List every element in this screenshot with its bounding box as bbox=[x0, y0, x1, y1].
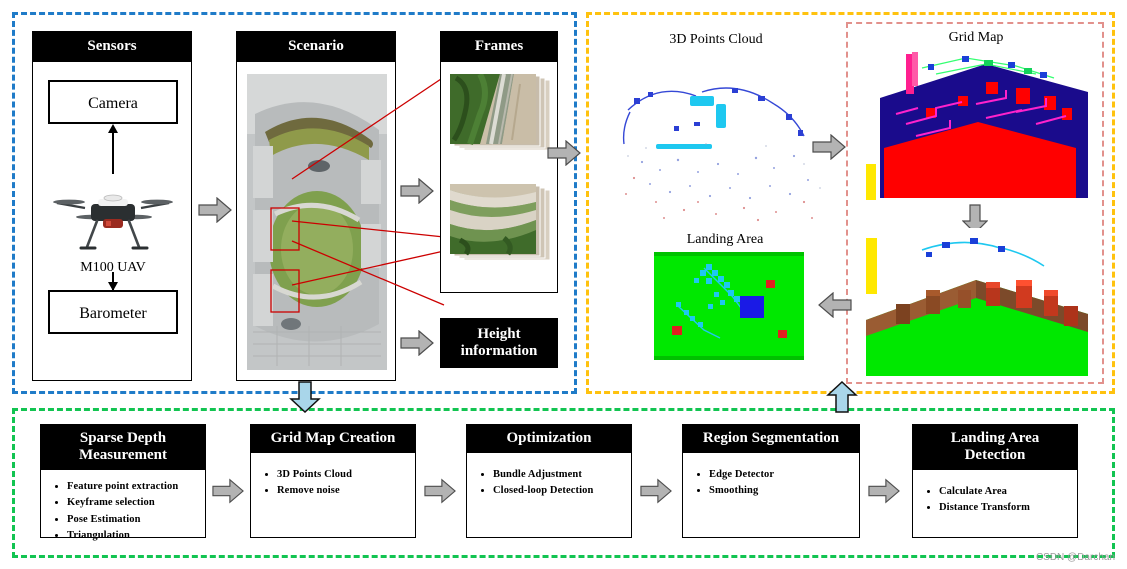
list-item: Keyframe selection bbox=[67, 495, 199, 512]
list-item: 3D Points Cloud bbox=[277, 467, 409, 484]
height-information-box: Height information bbox=[440, 318, 558, 368]
pipeline-step-list: Feature point extraction Keyframe select… bbox=[41, 470, 205, 551]
camera-arrow-head bbox=[107, 124, 118, 133]
list-item: Closed-loop Detection bbox=[493, 483, 625, 500]
frames-panel: Frames bbox=[440, 31, 558, 293]
landing-area-title: Landing Area bbox=[686, 232, 764, 247]
landing-area-image bbox=[654, 252, 804, 360]
arrow-step4-to-step5 bbox=[868, 478, 900, 504]
pipeline-step-list: 3D Points Cloud Remove noise bbox=[251, 453, 415, 506]
arrow-acquisition-to-pipeline bbox=[289, 381, 321, 413]
list-item: Pose Estimation bbox=[67, 512, 199, 529]
frame-thumbnail-bottom bbox=[450, 184, 550, 261]
point-cloud-image bbox=[598, 52, 836, 232]
pipeline-step-list: Calculate Area Distance Transform bbox=[913, 470, 1077, 523]
arrow-step2-to-step3 bbox=[424, 478, 456, 504]
pipeline-step-region-segmentation: Region Segmentation Edge Detector Smooth… bbox=[682, 424, 860, 538]
frame-thumbnail-top bbox=[450, 74, 550, 151]
point-cloud-title: 3D Points Cloud bbox=[669, 32, 763, 47]
height-information-label: Height information bbox=[460, 325, 538, 359]
frames-title: Frames bbox=[441, 32, 557, 62]
pipeline-step-title: Grid Map Creation bbox=[251, 425, 415, 453]
sensors-panel: Sensors Camera M100 UAV Barometer bbox=[32, 31, 192, 381]
pipeline-step-list: Bundle Adjustment Closed-loop Detection bbox=[467, 453, 631, 506]
list-item: Feature point extraction bbox=[67, 479, 199, 496]
list-item: Distance Transform bbox=[939, 500, 1071, 517]
arrow-pipeline-to-mapping bbox=[826, 381, 858, 413]
grid-map-title: Grid Map bbox=[948, 30, 1004, 45]
grid-map-image bbox=[866, 52, 1088, 212]
uav-illustration bbox=[53, 194, 173, 250]
arrow-pointcloud-to-gridmap bbox=[812, 134, 846, 160]
pipeline-step-title: Optimization bbox=[467, 425, 631, 453]
arrow-sensors-to-scenario bbox=[198, 197, 232, 223]
pipeline-step-landing-area-detection: Landing AreaDetection Calculate Area Dis… bbox=[912, 424, 1078, 538]
pipeline-step-title: Sparse Depth Measurement bbox=[41, 425, 205, 470]
barometer-box: Barometer bbox=[48, 290, 178, 334]
sensors-title: Sensors bbox=[33, 32, 191, 62]
list-item: Calculate Area bbox=[939, 484, 1071, 501]
pipeline-step-list: Edge Detector Smoothing bbox=[683, 453, 859, 506]
list-item: Edge Detector bbox=[709, 467, 853, 484]
camera-box: Camera bbox=[48, 80, 178, 124]
pipeline-step-grid-map-creation: Grid Map Creation 3D Points Cloud Remove… bbox=[250, 424, 416, 538]
arrow-scenario-to-frames bbox=[400, 178, 434, 204]
scenario-to-frames-leaders bbox=[291, 76, 445, 306]
arrow-step1-to-step2 bbox=[212, 478, 244, 504]
arrow-scenario-to-height bbox=[400, 330, 434, 356]
arrow-frames-to-pointcloud bbox=[547, 140, 581, 166]
watermark: CSDN @Darchan bbox=[1035, 552, 1115, 563]
list-item: Triangulation bbox=[67, 528, 199, 545]
list-item: Bundle Adjustment bbox=[493, 467, 625, 484]
pipeline-step-optimization: Optimization Bundle Adjustment Closed-lo… bbox=[466, 424, 632, 538]
elevation-map-image bbox=[866, 228, 1088, 376]
camera-arrow-line bbox=[112, 132, 114, 174]
pipeline-step-sparse-depth: Sparse DepthMeasurement Feature point ex… bbox=[40, 424, 206, 541]
arrow-step3-to-step4 bbox=[640, 478, 672, 504]
arrow-elevation-to-landing bbox=[818, 292, 852, 318]
list-item: Remove noise bbox=[277, 483, 409, 500]
pipeline-step-title: Landing Area Detection bbox=[913, 425, 1077, 470]
pipeline-step-title: Region Segmentation bbox=[683, 425, 859, 453]
list-item: Smoothing bbox=[709, 483, 853, 500]
